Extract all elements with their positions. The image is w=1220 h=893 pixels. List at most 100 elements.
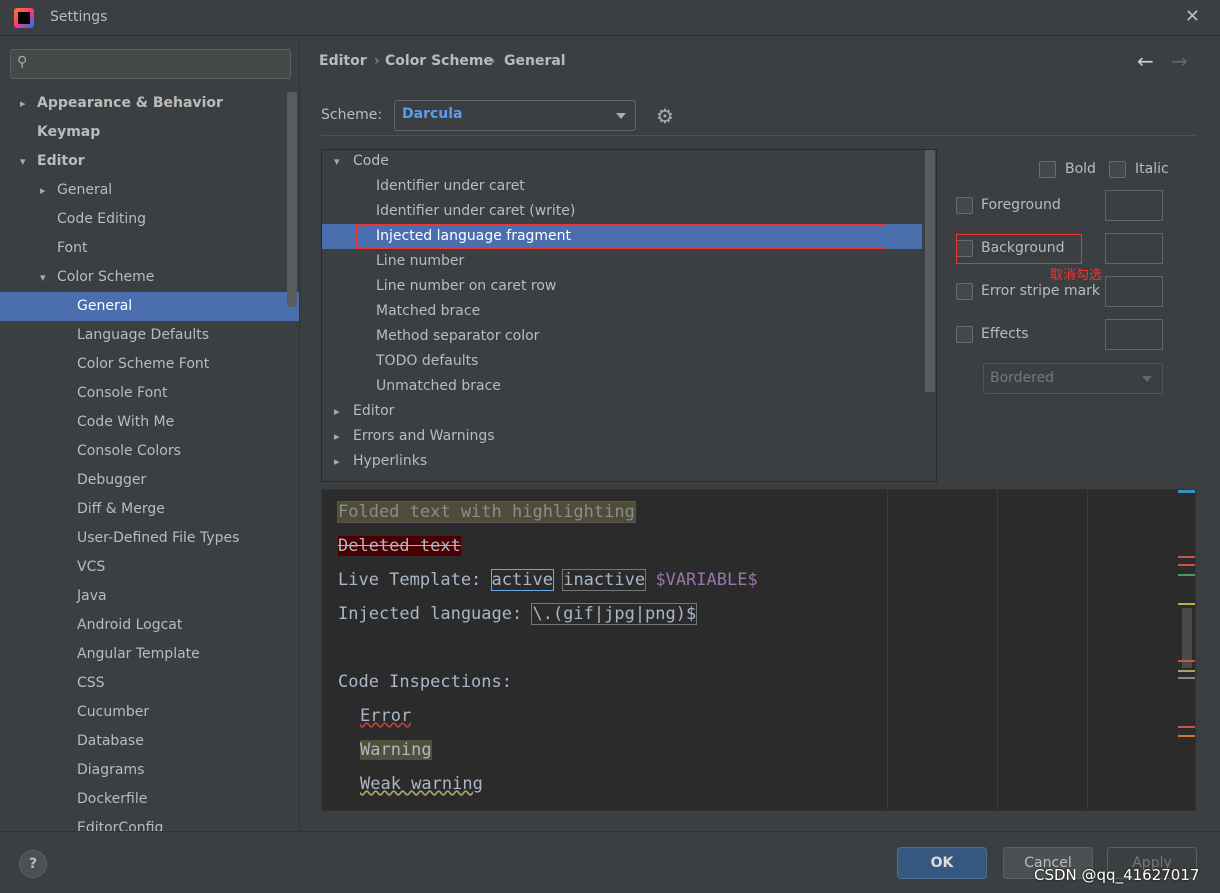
tree-item[interactable]: Unmatched brace (322, 374, 922, 399)
tree-item[interactable]: Keymap (0, 118, 299, 147)
error-sample: Error (360, 706, 412, 726)
italic-checkbox[interactable] (1109, 161, 1126, 178)
sidebar-scrollbar[interactable] (287, 92, 297, 307)
color-scheme-preview[interactable]: Folded text with highlighting Deleted te… (321, 489, 1196, 811)
error-stripe-color-swatch[interactable] (1105, 276, 1163, 307)
tree-item[interactable]: ▾ Color Scheme (0, 263, 299, 292)
gear-icon[interactable]: ⚙ (656, 104, 674, 128)
close-icon[interactable]: ✕ (1185, 6, 1200, 27)
error-stripe[interactable] (1178, 490, 1195, 810)
tree-item[interactable]: Diff & Merge (0, 495, 299, 524)
breadcrumb-editor[interactable]: Editor (319, 53, 367, 69)
tree-item-label: Console Font (77, 385, 168, 401)
chevron-right-icon[interactable]: ▸ (334, 449, 340, 474)
tree-item[interactable]: ▸ Appearance & Behavior (0, 89, 299, 118)
tree-item[interactable]: ▾ Code (322, 150, 922, 174)
tree-item[interactable]: ▾ Editor (0, 147, 299, 176)
chevron-down-icon[interactable]: ▾ (334, 150, 340, 174)
tree-item-label: TODO defaults (376, 353, 479, 369)
tree-scrollbar[interactable] (925, 150, 935, 392)
breadcrumb-separator: › (490, 53, 496, 69)
weak-warning-sample: Weak warning (360, 774, 483, 794)
tree-item[interactable]: Line number on caret row (322, 274, 922, 299)
foreground-checkbox[interactable] (956, 197, 973, 214)
tree-item-label: Color Scheme (57, 269, 155, 285)
tree-item[interactable]: Cucumber (0, 698, 299, 727)
tree-item[interactable]: Angular Template (0, 640, 299, 669)
background-color-swatch[interactable] (1105, 233, 1163, 264)
forward-arrow-icon[interactable]: → (1171, 49, 1188, 73)
effects-type-value: Bordered (990, 370, 1055, 386)
tree-item[interactable]: VCS (0, 553, 299, 582)
tree-item[interactable]: ▸ Hyperlinks (322, 449, 922, 474)
tree-item-label: Java (77, 588, 107, 604)
annotation-text: 取消勾选 (1050, 268, 1103, 283)
chevron-right-icon[interactable]: ▸ (334, 399, 340, 424)
bold-label: Bold (1065, 161, 1096, 177)
tree-item[interactable]: Android Logcat (0, 611, 299, 640)
bold-checkbox[interactable] (1039, 161, 1056, 178)
tree-item[interactable]: Language Defaults (0, 321, 299, 350)
tree-item[interactable]: ▸ Errors and Warnings (322, 424, 922, 449)
tree-item[interactable]: User-Defined File Types (0, 524, 299, 553)
tree-item[interactable]: ▸ General (0, 176, 299, 205)
tree-item[interactable]: Java (0, 582, 299, 611)
effects-checkbox[interactable] (956, 326, 973, 343)
scheme-label: Scheme: (321, 107, 383, 123)
tree-item-label: Code (353, 153, 389, 169)
tree-item[interactable]: Console Font (0, 379, 299, 408)
chevron-down-icon[interactable]: ▾ (40, 263, 46, 292)
tree-item[interactable]: Font (0, 234, 299, 263)
tree-item-label: General (77, 298, 133, 314)
tree-item-label: EditorConfig (77, 820, 164, 831)
scheme-dropdown[interactable]: Darcula (394, 100, 636, 131)
tree-item[interactable]: Identifier under caret (322, 174, 922, 199)
tree-item[interactable]: Diagrams (0, 756, 299, 785)
tree-item[interactable]: Color Scheme Font (0, 350, 299, 379)
tree-item[interactable]: Identifier under caret (write) (322, 199, 922, 224)
chevron-right-icon[interactable]: ▸ (334, 424, 340, 449)
attribute-properties: Bold Italic Foreground Background 取消勾选 E… (951, 149, 1211, 449)
tree-item[interactable]: Debugger (0, 466, 299, 495)
back-arrow-icon[interactable]: ← (1137, 49, 1154, 73)
tree-item[interactable]: Matched brace (322, 299, 922, 324)
tree-item-label: Editor (37, 153, 85, 169)
tree-item-label: Language Defaults (77, 327, 209, 343)
tree-item[interactable]: Code Editing (0, 205, 299, 234)
chevron-down-icon[interactable]: ▾ (20, 147, 26, 176)
tree-item-label: Database (77, 733, 144, 749)
help-button[interactable]: ? (19, 850, 47, 878)
tree-item[interactable]: TODO defaults (322, 349, 922, 374)
tree-item[interactable]: ▸ Editor (322, 399, 922, 424)
tree-item[interactable]: Dockerfile (0, 785, 299, 814)
tree-item-label: Console Colors (77, 443, 181, 459)
tree-item[interactable]: CSS (0, 669, 299, 698)
tree-item[interactable]: Code With Me (0, 408, 299, 437)
effects-color-swatch[interactable] (1105, 319, 1163, 350)
tree-item[interactable]: EditorConfig (0, 814, 299, 831)
tree-item-label: CSS (77, 675, 105, 691)
chevron-right-icon[interactable]: ▸ (20, 89, 26, 118)
tree-item[interactable]: Database (0, 727, 299, 756)
tree-item-label: Appearance & Behavior (37, 95, 223, 111)
tree-item[interactable]: Console Colors (0, 437, 299, 466)
tree-item[interactable]: General (0, 292, 299, 321)
tree-item-label: Errors and Warnings (353, 428, 495, 444)
effects-type-dropdown[interactable]: Bordered (983, 363, 1163, 394)
window-title: Settings (50, 9, 108, 25)
tree-item-label: Color Scheme Font (77, 356, 210, 372)
tree-item-label: Matched brace (376, 303, 481, 319)
tree-item[interactable]: Line number (322, 249, 922, 274)
breadcrumb-general: General (504, 53, 566, 69)
tree-item-label: Font (57, 240, 88, 256)
ok-button[interactable]: OK (897, 847, 987, 879)
chevron-right-icon[interactable]: ▸ (40, 176, 46, 205)
tree-item-label: Line number (376, 253, 465, 269)
title-bar: Settings ✕ (0, 0, 1220, 36)
breadcrumb-color-scheme[interactable]: Color Scheme (385, 53, 493, 69)
search-input[interactable]: ⚲ (10, 49, 291, 79)
tree-item[interactable]: Method separator color (322, 324, 922, 349)
error-stripe-checkbox[interactable] (956, 283, 973, 300)
foreground-color-swatch[interactable] (1105, 190, 1163, 221)
scheme-value: Darcula (402, 106, 463, 122)
